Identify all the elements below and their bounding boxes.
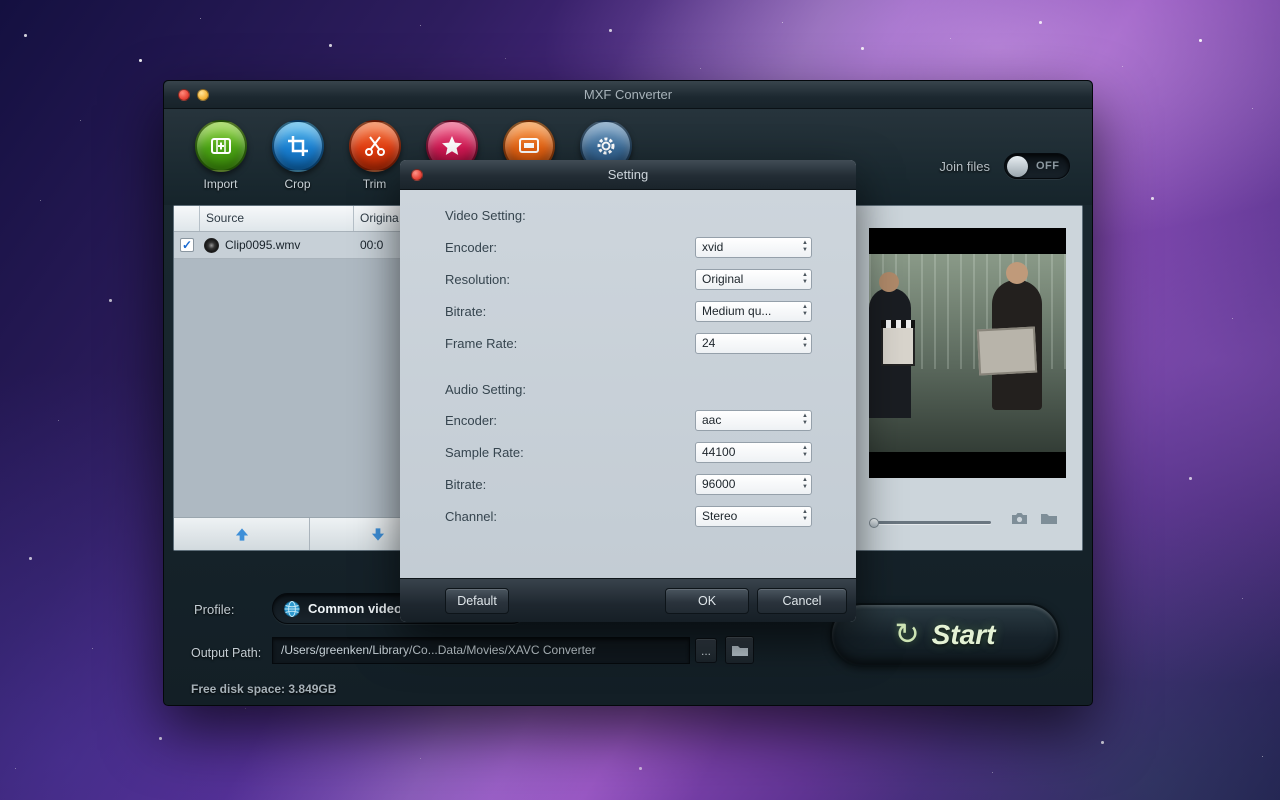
resolution-label: Resolution: bbox=[445, 272, 510, 287]
profile-value: Common video bbox=[308, 601, 402, 616]
arrow-down-icon bbox=[370, 527, 386, 542]
frame-rate-label: Frame Rate: bbox=[445, 336, 517, 351]
dialog-close-button[interactable] bbox=[411, 169, 423, 181]
ok-button[interactable]: OK bbox=[665, 588, 749, 614]
audio-encoder-label: Encoder: bbox=[445, 413, 497, 428]
audio-setting-section-label: Audio Setting: bbox=[445, 382, 526, 397]
sample-rate-label: Sample Rate: bbox=[445, 445, 524, 460]
profile-label: Profile: bbox=[194, 602, 234, 617]
stepper-icon: ▲▼ bbox=[802, 272, 808, 286]
stepper-icon: ▲▼ bbox=[802, 336, 808, 350]
globe-icon bbox=[283, 600, 301, 618]
default-button[interactable]: Default bbox=[445, 588, 509, 614]
video-encoder-label: Encoder: bbox=[445, 240, 497, 255]
folder-icon bbox=[1040, 512, 1058, 525]
toolbar-label-import: Import bbox=[203, 177, 237, 191]
toolbar-button-import[interactable]: Import bbox=[182, 109, 259, 191]
free-disk-space: Free disk space: 3.849GB bbox=[191, 682, 336, 696]
output-path-field[interactable]: /Users/greenken/Library/Co...Data/Movies… bbox=[272, 637, 690, 664]
channel-select[interactable]: Stereo ▲▼ bbox=[695, 506, 812, 527]
dialog-body: Video Setting: Encoder: xvid ▲▼ Resoluti… bbox=[400, 190, 856, 578]
window-titlebar[interactable]: MXF Converter bbox=[164, 81, 1092, 109]
toolbar-label-crop: Crop bbox=[284, 177, 310, 191]
setting-dialog: Setting Video Setting: Encoder: xvid ▲▼ … bbox=[400, 160, 856, 622]
stepper-icon: ▲▼ bbox=[802, 304, 808, 318]
toggle-state-label: OFF bbox=[1036, 160, 1060, 172]
stepper-icon: ▲▼ bbox=[802, 445, 808, 459]
move-up-button[interactable] bbox=[174, 518, 310, 550]
held-sign bbox=[977, 327, 1037, 376]
clapperboard bbox=[881, 320, 915, 366]
stepper-icon: ▲▼ bbox=[802, 509, 808, 523]
import-icon bbox=[195, 120, 247, 172]
row-checkbox[interactable]: ✓ bbox=[180, 238, 194, 252]
stepper-icon: ▲▼ bbox=[802, 240, 808, 254]
refresh-icon: ↻ bbox=[895, 620, 920, 650]
dialog-footer: Default OK Cancel bbox=[400, 578, 856, 622]
start-label: Start bbox=[932, 619, 996, 651]
toggle-knob bbox=[1007, 156, 1028, 177]
preview-pane bbox=[854, 206, 1082, 550]
file-name: Clip0095.wmv bbox=[225, 238, 300, 252]
join-files-label: Join files bbox=[939, 159, 990, 174]
audio-bitrate-label: Bitrate: bbox=[445, 477, 486, 492]
desktop-stars bbox=[0, 0, 1, 1]
start-button[interactable]: ↻ Start bbox=[830, 603, 1060, 667]
stepper-icon: ▲▼ bbox=[802, 477, 808, 491]
dialog-titlebar[interactable]: Setting bbox=[400, 160, 856, 190]
scissors-icon bbox=[349, 120, 401, 172]
browse-button[interactable]: ... bbox=[695, 638, 717, 663]
close-button[interactable] bbox=[178, 89, 190, 101]
stepper-icon: ▲▼ bbox=[802, 413, 808, 427]
video-bitrate-select[interactable]: Medium qu... ▲▼ bbox=[695, 301, 812, 322]
seek-slider-track[interactable] bbox=[871, 521, 991, 524]
video-preview bbox=[869, 228, 1066, 478]
crop-icon bbox=[272, 120, 324, 172]
video-setting-section-label: Video Setting: bbox=[445, 208, 526, 223]
frame-rate-select[interactable]: 24 ▲▼ bbox=[695, 333, 812, 354]
minimize-button[interactable] bbox=[197, 89, 209, 101]
window-title: MXF Converter bbox=[164, 81, 1092, 109]
snapshot-button[interactable] bbox=[1011, 512, 1028, 530]
column-source: Source bbox=[200, 206, 354, 231]
arrow-up-icon bbox=[234, 527, 250, 542]
video-frame bbox=[869, 254, 1066, 452]
channel-label: Channel: bbox=[445, 509, 497, 524]
open-snapshot-folder-button[interactable] bbox=[1040, 512, 1058, 530]
column-checkbox bbox=[174, 206, 200, 231]
audio-encoder-select[interactable]: aac ▲▼ bbox=[695, 410, 812, 431]
audio-bitrate-select[interactable]: 96000 ▲▼ bbox=[695, 474, 812, 495]
desktop: MXF Converter Import Crop bbox=[0, 0, 1280, 800]
video-bitrate-label: Bitrate: bbox=[445, 304, 486, 319]
open-output-folder-button[interactable] bbox=[725, 636, 754, 664]
toolbar-button-crop[interactable]: Crop bbox=[259, 109, 336, 191]
dialog-title: Setting bbox=[400, 160, 856, 190]
video-file-icon bbox=[204, 238, 219, 253]
video-encoder-select[interactable]: xvid ▲▼ bbox=[695, 237, 812, 258]
seek-slider-knob[interactable] bbox=[869, 518, 879, 528]
resolution-select[interactable]: Original ▲▼ bbox=[695, 269, 812, 290]
output-path-label: Output Path: bbox=[191, 646, 261, 660]
toolbar-label-trim: Trim bbox=[363, 177, 387, 191]
camera-icon bbox=[1011, 512, 1028, 525]
folder-icon bbox=[731, 644, 749, 657]
cancel-button[interactable]: Cancel bbox=[757, 588, 847, 614]
join-files-toggle[interactable]: OFF bbox=[1004, 153, 1070, 179]
sample-rate-select[interactable]: 44100 ▲▼ bbox=[695, 442, 812, 463]
